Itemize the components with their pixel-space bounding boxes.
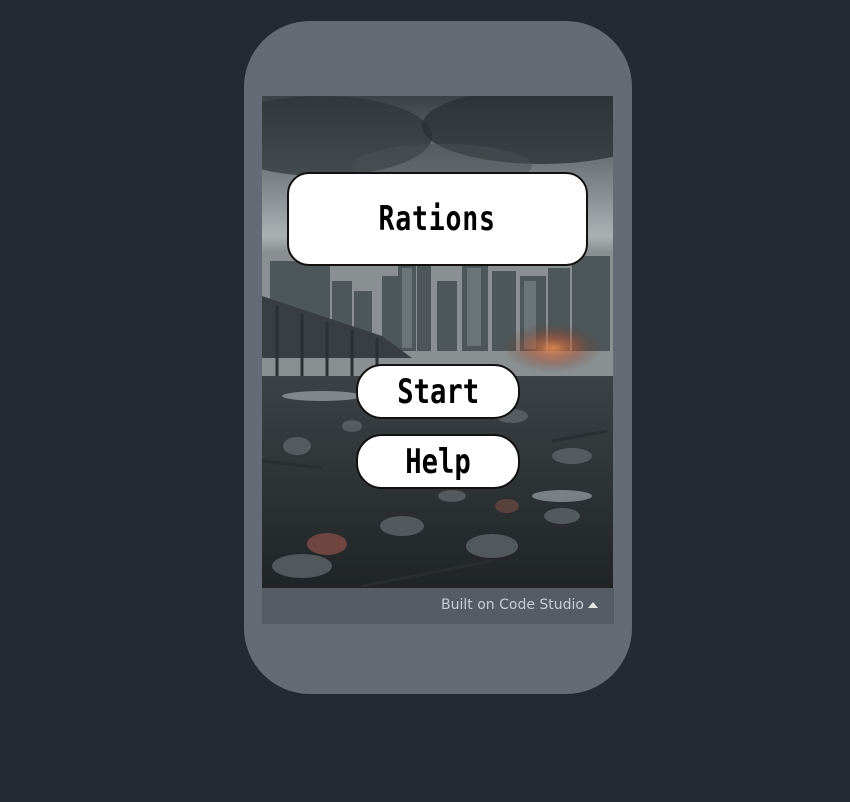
- help-button-label: Help: [405, 441, 471, 482]
- game-title: Rations: [378, 199, 497, 239]
- help-button[interactable]: Help: [356, 434, 520, 489]
- built-on-code-studio-link[interactable]: Built on Code Studio: [441, 597, 584, 613]
- start-button[interactable]: Start: [356, 364, 520, 419]
- start-button-label: Start: [397, 371, 479, 412]
- game-title-box: Rations: [287, 172, 588, 266]
- caret-up-icon[interactable]: [588, 602, 598, 608]
- game-screen: [262, 96, 613, 588]
- footer-bar: Built on Code Studio: [262, 588, 614, 624]
- ruined-city-background: [262, 96, 613, 588]
